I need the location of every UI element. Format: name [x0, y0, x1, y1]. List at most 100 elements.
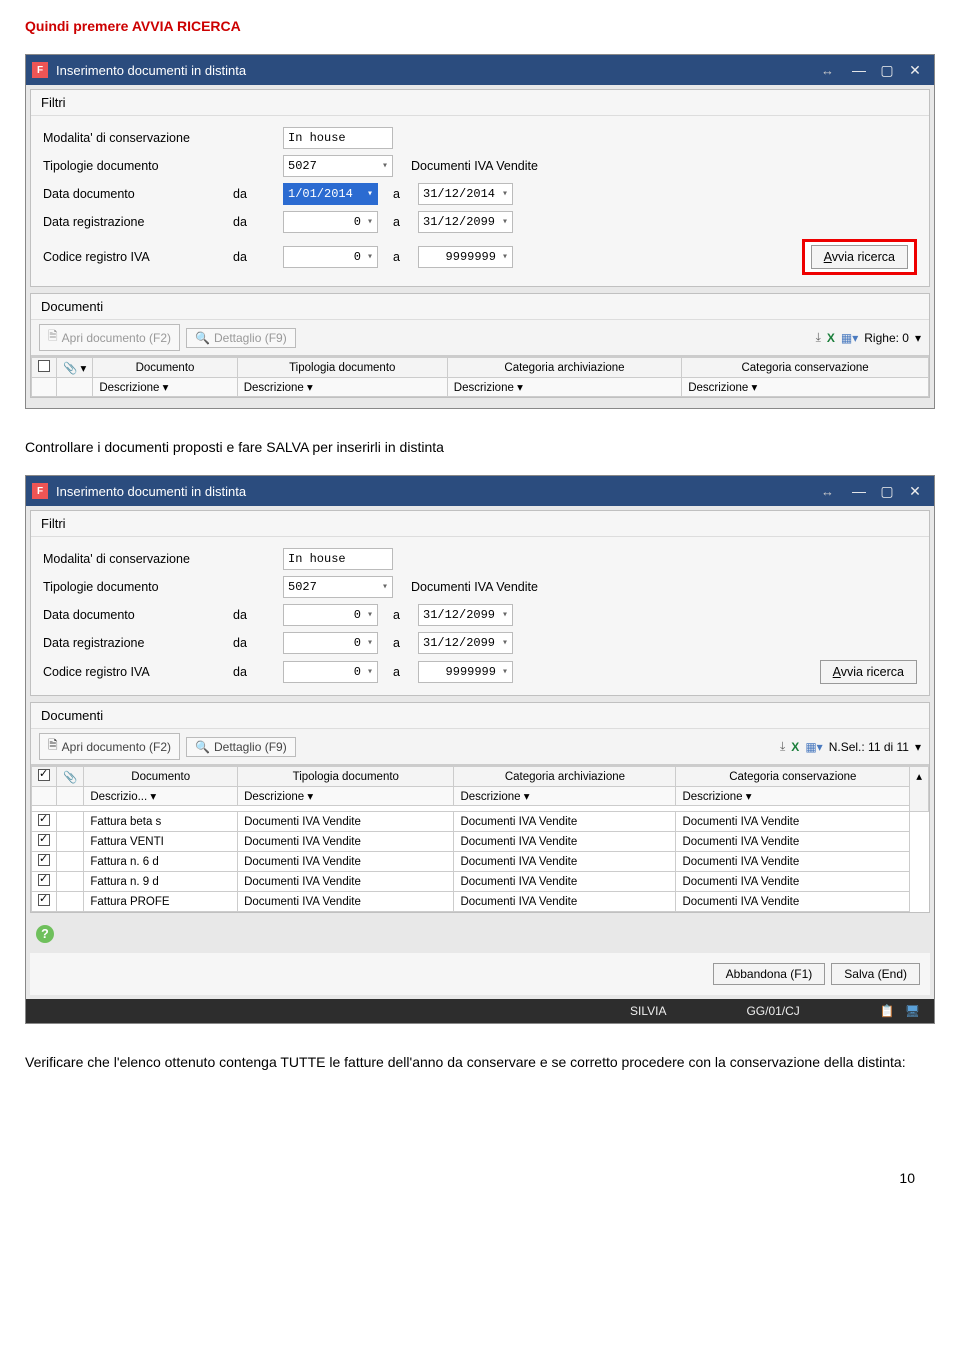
excel-icon[interactable]: X — [791, 740, 799, 754]
label-data-reg: Data registrazione — [43, 215, 233, 229]
cell-tipologia: Documenti IVA Vendite — [238, 872, 454, 892]
field-modalita[interactable]: In house — [283, 127, 393, 149]
clipboard-icon[interactable]: 📋 — [880, 1004, 895, 1018]
label-codice-iva: Codice registro IVA — [43, 250, 233, 264]
cell-cat-arch: Documenti IVA Vendite — [454, 812, 676, 832]
move-icon[interactable]: ↔ — [821, 484, 834, 499]
cell-tipologia: Documenti IVA Vendite — [238, 852, 454, 872]
page-number: 10 — [25, 1170, 935, 1186]
cell-cat-cons: Documenti IVA Vendite — [676, 832, 910, 852]
app-window-1: F Inserimento documenti in distinta ↔ — … — [25, 54, 935, 409]
close-button[interactable]: ✕ — [902, 481, 928, 501]
tipologie-desc: Documenti IVA Vendite — [393, 580, 538, 594]
field-data-reg-da[interactable]: 0▾ — [283, 632, 378, 654]
table-row[interactable]: Fattura beta sDocumenti IVA VenditeDocum… — [32, 812, 929, 832]
col-documento[interactable]: Documento — [84, 767, 238, 787]
export-icon[interactable]: ⤓ — [780, 739, 785, 754]
monitor-icon[interactable]: 🖥 — [905, 1004, 920, 1018]
field-data-doc-da[interactable]: 0▾ — [283, 604, 378, 626]
col-tipologia[interactable]: Tipologia documento — [238, 767, 454, 787]
cell-cat-cons: Documenti IVA Vendite — [676, 892, 910, 912]
dropdown-sel[interactable]: ▾ — [915, 740, 921, 754]
row-checkbox[interactable] — [38, 854, 50, 866]
window-title: Inserimento documenti in distinta — [56, 484, 246, 499]
field-data-doc-a[interactable]: 31/12/2099▾ — [418, 604, 513, 626]
tipologie-desc: Documenti IVA Vendite — [393, 159, 538, 173]
help-icon[interactable]: ? — [36, 925, 54, 943]
field-data-reg-da[interactable]: 0▾ — [283, 211, 378, 233]
minimize-button[interactable]: — — [846, 60, 872, 80]
table-row[interactable]: Fattura n. 9 dDocumenti IVA VenditeDocum… — [32, 872, 929, 892]
maximize-button[interactable]: ▢ — [874, 60, 900, 80]
cell-cat-arch: Documenti IVA Vendite — [454, 892, 676, 912]
table-row[interactable]: Fattura n. 6 dDocumenti IVA VenditeDocum… — [32, 852, 929, 872]
checkbox-all[interactable] — [38, 360, 50, 372]
field-tipologie[interactable]: 5027▾ — [283, 155, 393, 177]
filtri-header: Filtri — [31, 90, 929, 116]
filter-icon[interactable]: ▦▾ — [805, 740, 822, 754]
field-data-doc-a[interactable]: 31/12/2014▾ — [418, 183, 513, 205]
filter-icon[interactable]: ▦▾ — [841, 331, 858, 345]
export-icon[interactable]: ⤓ — [816, 330, 821, 345]
field-iva-a[interactable]: 9999999▾ — [418, 246, 513, 268]
dettaglio-button[interactable]: 🔍Dettaglio (F9) — [186, 737, 296, 757]
field-modalita[interactable]: In house — [283, 548, 393, 570]
salva-button[interactable]: Salva (End) — [831, 963, 920, 985]
pin-icon[interactable]: 📎 — [63, 363, 77, 375]
row-count: Righe: 0 — [864, 331, 909, 345]
col-cat-cons[interactable]: Categoria conservazione — [676, 767, 910, 787]
titlebar: F Inserimento documenti in distinta ↔ — … — [26, 55, 934, 85]
field-data-doc-da[interactable]: 1/01/2014▾ — [283, 183, 378, 205]
window-title: Inserimento documenti in distinta — [56, 63, 246, 78]
field-data-reg-a[interactable]: 31/12/2099▾ — [418, 632, 513, 654]
cell-tipologia: Documenti IVA Vendite — [238, 812, 454, 832]
scrollbar[interactable]: ▴ — [910, 767, 929, 812]
pin-icon[interactable]: 📎 — [63, 772, 77, 784]
minimize-button[interactable]: — — [846, 481, 872, 501]
status-code: GG/01/CJ — [746, 1004, 799, 1018]
col-cat-arch[interactable]: Categoria archiviazione — [447, 358, 681, 378]
filtri-panel: Filtri Modalita' di conservazione In hou… — [30, 510, 930, 696]
cell-documento: Fattura PROFE — [84, 892, 238, 912]
titlebar: F Inserimento documenti in distinta ↔ — … — [26, 476, 934, 506]
row-checkbox[interactable] — [38, 834, 50, 846]
field-iva-a[interactable]: 9999999▾ — [418, 661, 513, 683]
documenti-panel: Documenti 🗎Apri documento (F2) 🔍Dettagli… — [30, 293, 930, 398]
excel-icon[interactable]: X — [827, 331, 835, 345]
cell-documento: Fattura n. 6 d — [84, 852, 238, 872]
field-iva-da[interactable]: 0▾ — [283, 246, 378, 268]
row-checkbox[interactable] — [38, 874, 50, 886]
col-cat-arch[interactable]: Categoria archiviazione — [454, 767, 676, 787]
row-checkbox[interactable] — [38, 814, 50, 826]
footer-buttons: Abbandona (F1) Salva (End) — [30, 953, 930, 995]
field-data-reg-a[interactable]: 31/12/2099▾ — [418, 211, 513, 233]
dettaglio-button[interactable]: 🔍Dettaglio (F9) — [186, 328, 296, 348]
col-tipologia[interactable]: Tipologia documento — [237, 358, 447, 378]
cell-tipologia: Documenti IVA Vendite — [238, 832, 454, 852]
label-data-doc: Data documento — [43, 187, 233, 201]
checkbox-all[interactable] — [38, 769, 50, 781]
table-row[interactable]: Fattura VENTIDocumenti IVA VenditeDocume… — [32, 832, 929, 852]
avvia-ricerca-button[interactable]: Avvia ricerca — [811, 245, 908, 269]
row-checkbox[interactable] — [38, 894, 50, 906]
field-tipologie[interactable]: 5027▾ — [283, 576, 393, 598]
doc-icon: 🗎 — [48, 327, 58, 348]
apri-documento-button[interactable]: 🗎Apri documento (F2) — [39, 733, 180, 760]
apri-documento-button[interactable]: 🗎Apri documento (F2) — [39, 324, 180, 351]
close-button[interactable]: ✕ — [902, 60, 928, 80]
cell-cat-cons: Documenti IVA Vendite — [676, 872, 910, 892]
label-tipologie: Tipologie documento — [43, 159, 233, 173]
avvia-ricerca-button[interactable]: Avvia ricerca — [820, 660, 917, 684]
selection-count: N.Sel.: 11 di 11 — [829, 740, 909, 754]
col-cat-cons[interactable]: Categoria conservazione — [682, 358, 929, 378]
filtri-panel: Filtri Modalita' di conservazione In hou… — [30, 89, 930, 287]
field-iva-da[interactable]: 0▾ — [283, 661, 378, 683]
abbandona-button[interactable]: Abbandona (F1) — [713, 963, 826, 985]
dropdown-righe[interactable]: ▾ — [915, 331, 921, 345]
instruction-3: Verificare che l'elenco ottenuto conteng… — [25, 1054, 935, 1070]
cell-cat-cons: Documenti IVA Vendite — [676, 852, 910, 872]
col-documento[interactable]: Documento — [93, 358, 237, 378]
table-row[interactable]: Fattura PROFE Documenti IVA VenditeDocume… — [32, 892, 929, 912]
move-icon[interactable]: ↔ — [821, 63, 834, 78]
maximize-button[interactable]: ▢ — [874, 481, 900, 501]
